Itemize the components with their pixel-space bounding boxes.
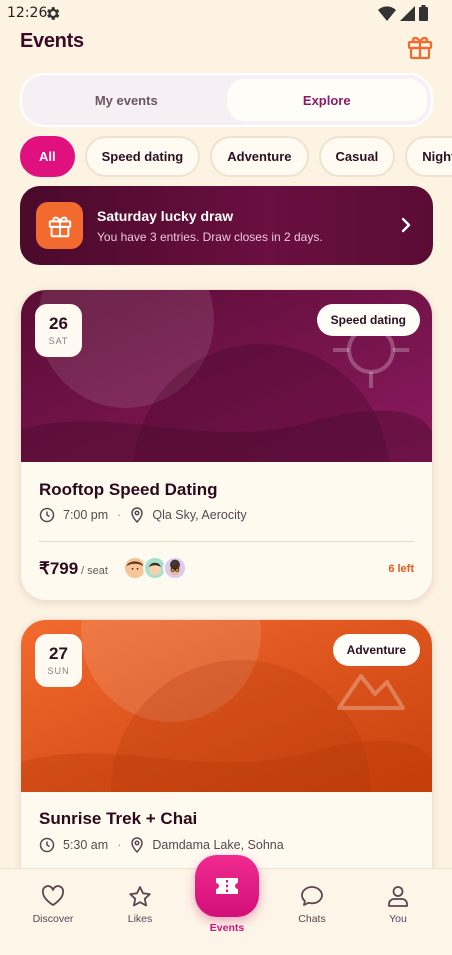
location-pin-icon [131, 507, 144, 523]
tab-my-events[interactable]: My events [26, 79, 227, 121]
event-venue: Qla Sky, Aerocity [152, 508, 247, 522]
meta-separator: · [117, 508, 122, 522]
clock-icon [39, 507, 55, 523]
nav-you[interactable]: You [368, 885, 428, 925]
location-pin-icon [131, 837, 144, 853]
chip-speed-dating[interactable]: Speed dating [84, 136, 201, 177]
status-time: 12:26 [7, 5, 48, 21]
event-weekday: SAT [48, 336, 69, 346]
gift-icon [48, 216, 71, 237]
chevron-right-icon [401, 217, 411, 233]
event-meta: 7:00 pm · Qla Sky, Aerocity [39, 507, 247, 523]
event-date: 27 SUN [35, 634, 82, 687]
event-time: 5:30 am [63, 838, 109, 852]
page-title: Events [20, 30, 84, 52]
category-filter-chips: All Speed dating Adventure Casual Nightl… [20, 136, 452, 178]
tab-explore[interactable]: Explore [226, 79, 427, 121]
nav-label: Likes [127, 913, 153, 925]
chat-icon [301, 886, 323, 906]
event-date: 26 SAT [35, 304, 82, 357]
ticket-icon [216, 878, 238, 894]
chip-adventure[interactable]: Adventure [210, 136, 309, 177]
event-hero: 26 SAT Speed dating [21, 290, 432, 462]
promo-title: Saturday lucky draw [97, 208, 234, 224]
event-title: Rooftop Speed Dating [39, 480, 218, 499]
spots-left: 6 left [388, 563, 414, 575]
event-card[interactable]: 26 SAT Speed dating Rooftop Speed Dating… [20, 289, 433, 601]
card-divider [39, 541, 414, 542]
nav-label: You [389, 913, 407, 925]
battery-icon [419, 5, 428, 21]
lucky-draw-banner[interactable]: Saturday lucky draw You have 3 entries. … [20, 186, 433, 265]
star-icon [129, 886, 151, 907]
nav-label: Discover [32, 913, 74, 925]
event-day: 26 [49, 314, 68, 333]
category-badge: Speed dating [316, 304, 420, 336]
promo-subtitle: You have 3 entries. Draw closes in 2 day… [97, 230, 323, 244]
nav-chats[interactable]: Chats [282, 885, 342, 925]
event-venue: Damdama Lake, Sohna [152, 838, 284, 852]
event-price: ₹799 [39, 559, 79, 578]
avatar [163, 556, 187, 580]
nav-events-button[interactable] [195, 855, 259, 917]
wifi-icon [378, 5, 396, 21]
settings-gear-icon [47, 7, 60, 20]
page-header: Events [20, 30, 434, 64]
event-title: Sunrise Trek + Chai [39, 809, 198, 828]
nav-label: Chats [298, 913, 326, 925]
gift-icon[interactable] [406, 33, 434, 61]
cell-signal-icon [400, 5, 415, 21]
nav-label: Events [209, 922, 245, 934]
events-segmented-control: My events Explore [20, 73, 433, 127]
heart-icon [41, 885, 65, 906]
event-day: 27 [49, 644, 68, 663]
event-hero: 27 SUN Adventure [21, 620, 432, 792]
event-meta: 5:30 am · Damdama Lake, Sohna [39, 837, 284, 853]
chip-nightlife[interactable]: Nightlife [405, 136, 452, 177]
event-time: 7:00 pm [63, 508, 109, 522]
clock-icon [39, 837, 55, 853]
chip-casual[interactable]: Casual [318, 136, 396, 177]
meta-separator: · [117, 838, 122, 852]
event-weekday: SUN [47, 666, 70, 676]
category-badge: Adventure [332, 634, 420, 666]
price-unit: / seat [81, 565, 108, 577]
promo-gift-badge [36, 202, 83, 249]
nav-likes[interactable]: Likes [110, 885, 170, 925]
chip-all[interactable]: All [20, 136, 75, 177]
user-icon [388, 886, 408, 907]
status-bar: 12:26 [0, 0, 452, 28]
nav-discover[interactable]: Discover [23, 885, 83, 925]
attendee-avatars [123, 556, 193, 582]
